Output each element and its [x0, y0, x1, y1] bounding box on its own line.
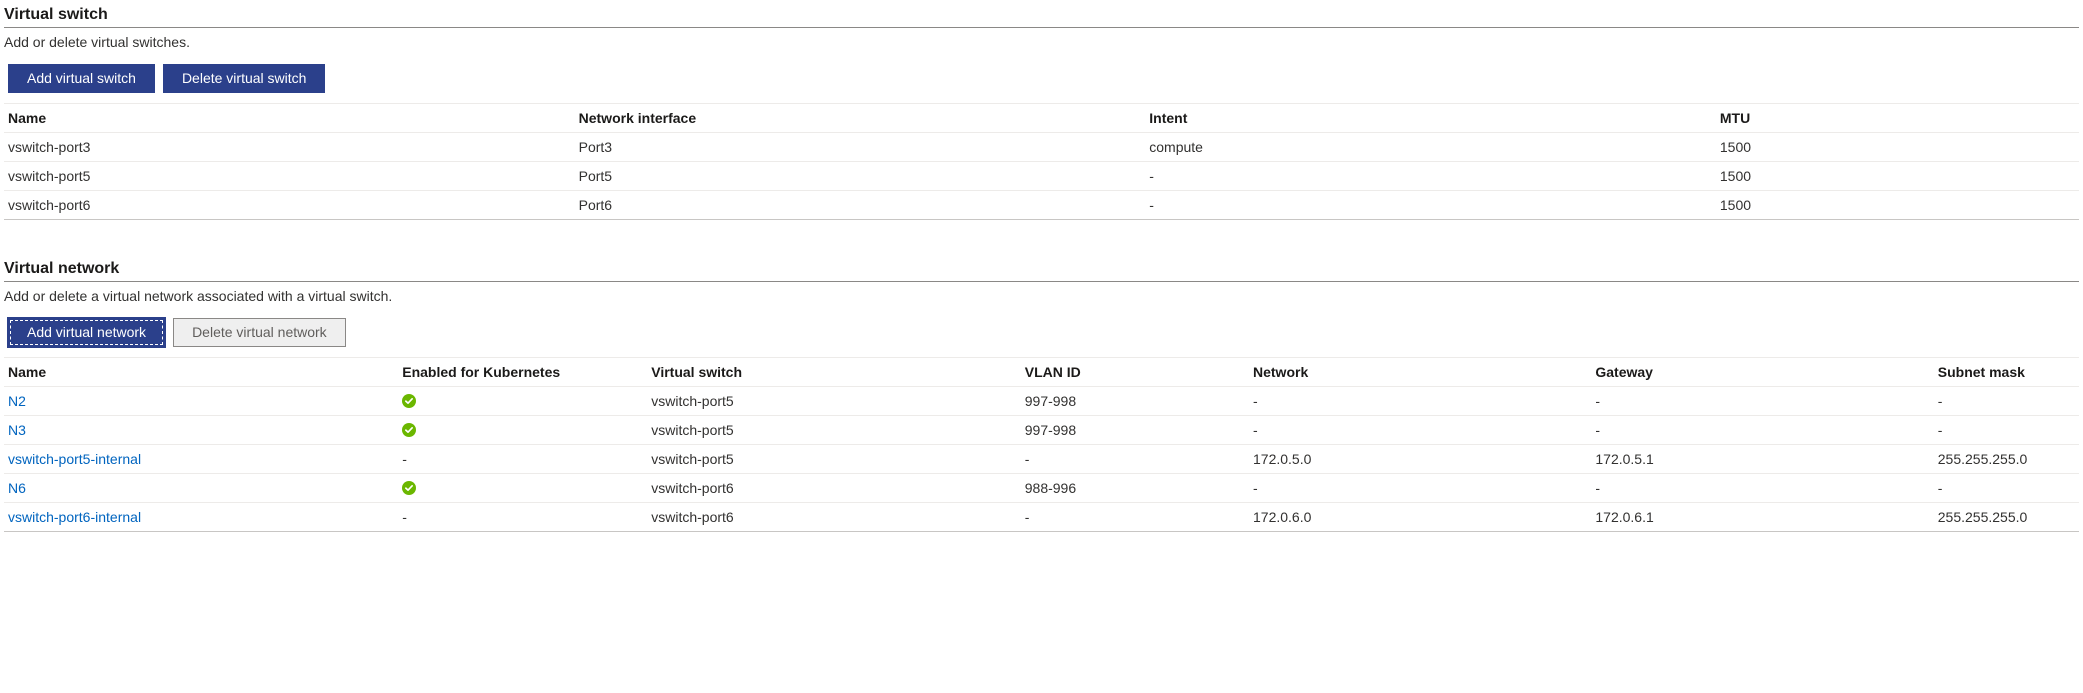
table-row[interactable]: N6vswitch-port6988-996--- [4, 473, 2079, 502]
col-mask[interactable]: Subnet mask [1934, 357, 2079, 386]
col-intent[interactable]: Intent [1145, 103, 1716, 132]
col-gateway[interactable]: Gateway [1591, 357, 1933, 386]
cell-vlan: - [1021, 444, 1249, 473]
cell-mask: 255.255.255.0 [1934, 502, 2079, 531]
table-row[interactable]: vswitch-port5-internal-vswitch-port5-172… [4, 444, 2079, 473]
cell-gateway: - [1591, 415, 1933, 444]
table-row[interactable]: vswitch-port3Port3compute1500 [4, 132, 2079, 161]
cell-intent: - [1145, 190, 1716, 219]
cell-intent: - [1145, 161, 1716, 190]
table-row[interactable]: vswitch-port5Port5-1500 [4, 161, 2079, 190]
col-interface[interactable]: Network interface [575, 103, 1146, 132]
col-name[interactable]: Name [4, 357, 398, 386]
cell-mtu: 1500 [1716, 132, 2079, 161]
virtual-switch-description: Add or delete virtual switches. [4, 34, 2079, 50]
cell-k8s: - [398, 444, 647, 473]
cell-mtu: 1500 [1716, 190, 2079, 219]
virtual-switch-button-row: Add virtual switch Delete virtual switch [4, 60, 2079, 97]
table-row[interactable]: vswitch-port6Port6-1500 [4, 190, 2079, 219]
col-vlan[interactable]: VLAN ID [1021, 357, 1249, 386]
col-network[interactable]: Network [1249, 357, 1591, 386]
cell-name: vswitch-port3 [4, 132, 575, 161]
cell-vlan: 988-996 [1021, 473, 1249, 502]
virtual-switch-table: Name Network interface Intent MTU vswitc… [4, 103, 2079, 220]
check-circle-icon [402, 394, 416, 408]
cell-vswitch: vswitch-port5 [647, 444, 1021, 473]
col-vswitch[interactable]: Virtual switch [647, 357, 1021, 386]
check-circle-icon [402, 481, 416, 495]
virtual-network-description: Add or delete a virtual network associat… [4, 288, 2079, 304]
cell-intent: compute [1145, 132, 1716, 161]
add-virtual-switch-button[interactable]: Add virtual switch [8, 64, 155, 93]
col-k8s[interactable]: Enabled for Kubernetes [398, 357, 647, 386]
delete-virtual-switch-button[interactable]: Delete virtual switch [163, 64, 326, 93]
cell-name: vswitch-port5 [4, 161, 575, 190]
cell-gateway: - [1591, 473, 1933, 502]
cell-vlan: - [1021, 502, 1249, 531]
col-name[interactable]: Name [4, 103, 575, 132]
virtual-switch-title: Virtual switch [4, 0, 2079, 28]
table-header-row: Name Enabled for Kubernetes Virtual swit… [4, 357, 2079, 386]
cell-k8s [398, 415, 647, 444]
cell-name[interactable]: N3 [4, 415, 398, 444]
cell-network: 172.0.6.0 [1249, 502, 1591, 531]
cell-mask: - [1934, 386, 2079, 415]
cell-name[interactable]: vswitch-port5-internal [4, 444, 398, 473]
cell-mtu: 1500 [1716, 161, 2079, 190]
table-row[interactable]: vswitch-port6-internal-vswitch-port6-172… [4, 502, 2079, 531]
cell-k8s [398, 473, 647, 502]
add-virtual-network-button[interactable]: Add virtual network [8, 318, 165, 347]
cell-network: - [1249, 415, 1591, 444]
virtual-network-link[interactable]: N6 [8, 480, 26, 496]
cell-gateway: - [1591, 386, 1933, 415]
cell-vswitch: vswitch-port5 [647, 415, 1021, 444]
col-mtu[interactable]: MTU [1716, 103, 2079, 132]
virtual-network-button-row: Add virtual network Delete virtual netwo… [4, 314, 2079, 351]
table-header-row: Name Network interface Intent MTU [4, 103, 2079, 132]
cell-gateway: 172.0.5.1 [1591, 444, 1933, 473]
virtual-switch-section: Virtual switch Add or delete virtual swi… [4, 0, 2079, 220]
cell-gateway: 172.0.6.1 [1591, 502, 1933, 531]
cell-network: - [1249, 473, 1591, 502]
cell-vlan: 997-998 [1021, 415, 1249, 444]
cell-mask: 255.255.255.0 [1934, 444, 2079, 473]
virtual-network-table: Name Enabled for Kubernetes Virtual swit… [4, 357, 2079, 532]
cell-name[interactable]: N2 [4, 386, 398, 415]
cell-name[interactable]: N6 [4, 473, 398, 502]
virtual-network-link[interactable]: N2 [8, 393, 26, 409]
cell-k8s: - [398, 502, 647, 531]
delete-virtual-network-button[interactable]: Delete virtual network [173, 318, 346, 347]
cell-vswitch: vswitch-port6 [647, 502, 1021, 531]
cell-network: - [1249, 386, 1591, 415]
cell-network: 172.0.5.0 [1249, 444, 1591, 473]
cell-mask: - [1934, 473, 2079, 502]
cell-vswitch: vswitch-port6 [647, 473, 1021, 502]
cell-vlan: 997-998 [1021, 386, 1249, 415]
virtual-network-link[interactable]: N3 [8, 422, 26, 438]
check-circle-icon [402, 423, 416, 437]
cell-interface: Port6 [575, 190, 1146, 219]
cell-mask: - [1934, 415, 2079, 444]
virtual-network-title: Virtual network [4, 254, 2079, 282]
table-row[interactable]: N3vswitch-port5997-998--- [4, 415, 2079, 444]
table-row[interactable]: N2vswitch-port5997-998--- [4, 386, 2079, 415]
cell-interface: Port5 [575, 161, 1146, 190]
cell-k8s [398, 386, 647, 415]
virtual-network-link[interactable]: vswitch-port6-internal [8, 509, 141, 525]
virtual-network-link[interactable]: vswitch-port5-internal [8, 451, 141, 467]
cell-interface: Port3 [575, 132, 1146, 161]
virtual-network-section: Virtual network Add or delete a virtual … [4, 254, 2079, 532]
cell-name[interactable]: vswitch-port6-internal [4, 502, 398, 531]
cell-vswitch: vswitch-port5 [647, 386, 1021, 415]
cell-name: vswitch-port6 [4, 190, 575, 219]
